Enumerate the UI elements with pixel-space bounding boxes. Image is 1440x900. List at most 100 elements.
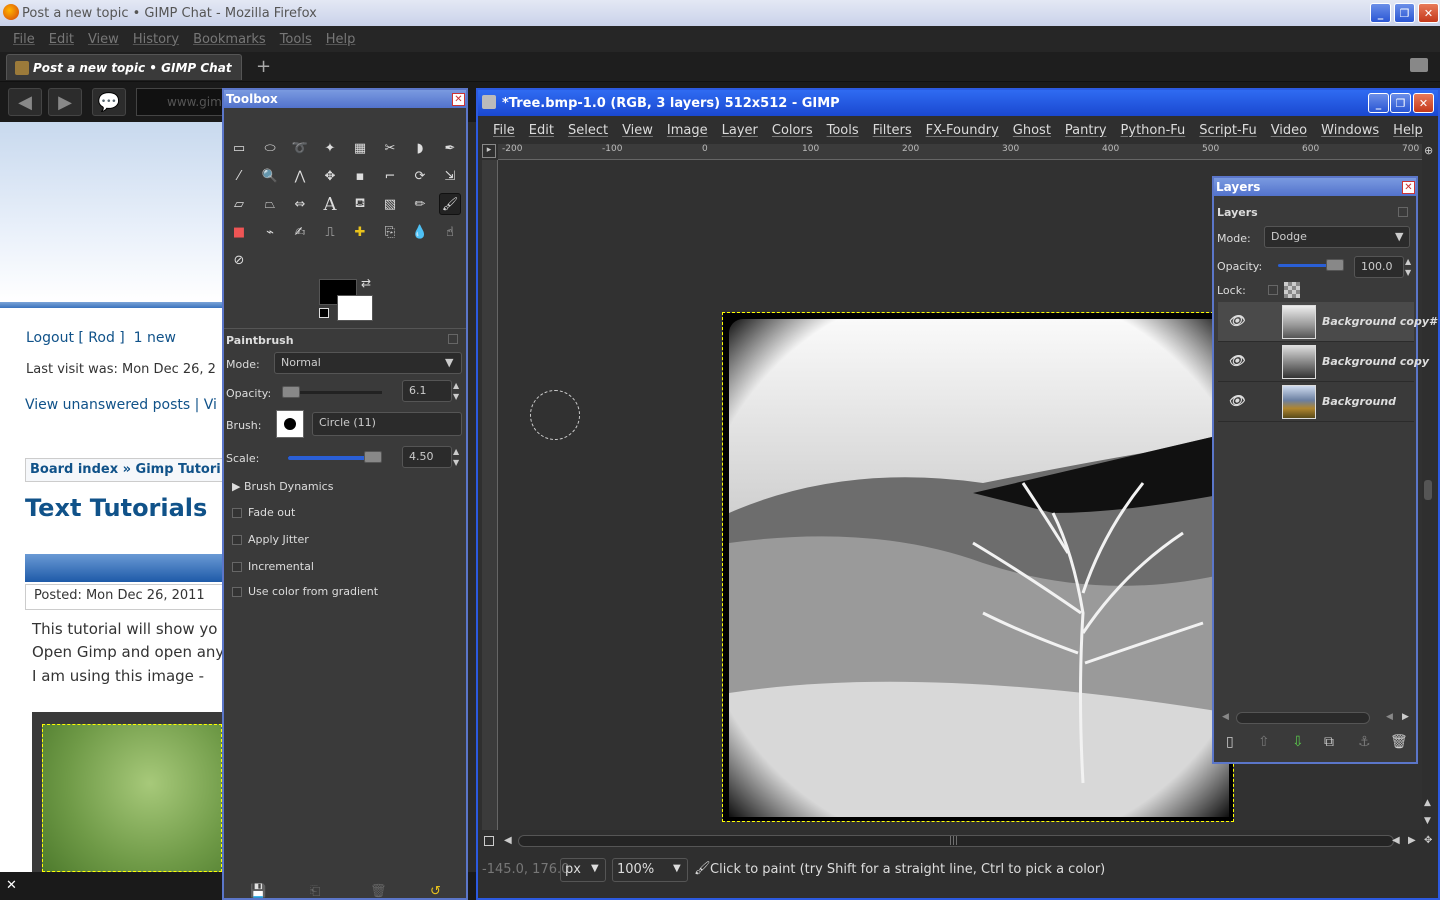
vertical-ruler[interactable]: [482, 160, 498, 830]
perspective-icon[interactable]: ⏢: [259, 193, 281, 215]
delete-options-icon[interactable]: 🗑: [370, 884, 387, 899]
rotate-icon[interactable]: ⟳: [409, 165, 431, 187]
layers-hscrollbar[interactable]: [1236, 712, 1370, 724]
save-options-icon[interactable]: 💾: [250, 884, 266, 899]
scale-slider-thumb[interactable]: [364, 451, 382, 463]
scroll-right-icon[interactable]: ◀: [1392, 835, 1400, 846]
scroll-left-icon[interactable]: ◀: [1222, 712, 1229, 722]
gimp-menu-pantry[interactable]: Pantry: [1065, 123, 1107, 138]
brush-dynamics-expander[interactable]: ▶ Brush Dynamics: [232, 480, 333, 493]
zoom-select[interactable]: 100% ▼: [612, 858, 688, 882]
scale-icon[interactable]: ⇲: [439, 165, 461, 187]
gimp-menu-python-fu[interactable]: Python-Fu: [1121, 123, 1186, 138]
gimp-menu-image[interactable]: Image: [667, 123, 708, 138]
brush-name-field[interactable]: Circle (11): [312, 412, 462, 436]
scroll-right-end-icon[interactable]: ▶: [1408, 835, 1416, 846]
tree-image[interactable]: [722, 312, 1234, 822]
close-findbar-icon[interactable]: ✕: [6, 878, 17, 893]
scroll-left-icon[interactable]: ◀: [1386, 712, 1393, 722]
clone-icon[interactable]: ⎍: [319, 221, 341, 243]
background-color-swatch[interactable]: [337, 295, 373, 321]
ellipse-select-icon[interactable]: ⬭: [259, 137, 281, 159]
browser-tab[interactable]: Post a new topic • GIMP Chat: [6, 54, 242, 80]
toolbox-close-icon[interactable]: ✕: [452, 93, 465, 106]
menu-edit[interactable]: Edit: [49, 32, 74, 47]
close-button[interactable]: ✕: [1418, 3, 1439, 23]
eye-icon[interactable]: 👁: [1228, 314, 1245, 329]
gimp-menu-layer[interactable]: Layer: [722, 123, 758, 138]
gradient-color-checkbox[interactable]: Use color from gradient: [232, 585, 378, 598]
menu-history[interactable]: History: [133, 32, 179, 47]
scissors-icon[interactable]: ✂: [379, 137, 401, 159]
lasso-icon[interactable]: ➰: [289, 137, 311, 159]
heal-icon[interactable]: ✚: [349, 221, 371, 243]
gimp-maximize-button[interactable]: ❐: [1390, 93, 1411, 113]
scroll-down-icon[interactable]: ▼: [1424, 816, 1431, 826]
scroll-left-icon[interactable]: ◀: [504, 835, 512, 846]
blur-icon[interactable]: 💧: [409, 221, 431, 243]
text-tool-icon[interactable]: A: [319, 193, 341, 215]
airbrush-icon[interactable]: ⌁: [259, 221, 281, 243]
gimp-menu-script-fu[interactable]: Script-Fu: [1199, 123, 1256, 138]
tab-list-icon[interactable]: [1410, 58, 1428, 72]
layer-mode-select[interactable]: Dodge ▼: [1264, 226, 1410, 248]
forward-arrow-icon[interactable]: ▶: [48, 88, 82, 116]
menu-view[interactable]: View: [88, 32, 119, 47]
fuzzy-select-icon[interactable]: ✦: [319, 137, 341, 159]
gimp-menu-fx-foundry[interactable]: FX-Foundry: [926, 123, 999, 138]
scroll-up-icon[interactable]: ▲: [1424, 798, 1431, 808]
menu-file[interactable]: File: [13, 32, 35, 47]
scale-input[interactable]: 4.50: [402, 446, 452, 468]
move-icon[interactable]: ✥: [319, 165, 341, 187]
logout-link[interactable]: Logout [ Rod ]: [26, 330, 125, 346]
layer-opacity-slider[interactable]: [1278, 259, 1344, 271]
vertical-scrollbar-thumb[interactable]: [1424, 480, 1432, 500]
perspective-clone-icon[interactable]: ⎘: [379, 221, 401, 243]
view-unanswered-link[interactable]: View unanswered posts | Vi: [25, 397, 217, 413]
duplicate-layer-icon[interactable]: ⧉: [1324, 734, 1334, 750]
gimp-menu-ghost[interactable]: Ghost: [1013, 123, 1051, 138]
horizontal-scrollbar[interactable]: |||: [518, 835, 1394, 847]
toggle-quickmask-icon[interactable]: [484, 836, 494, 846]
scroll-right-icon[interactable]: ▶: [1402, 712, 1409, 722]
raise-layer-icon[interactable]: ⇧: [1258, 734, 1270, 750]
blend-icon[interactable]: ▧: [379, 193, 401, 215]
layer-opacity-thumb[interactable]: [1326, 259, 1344, 271]
shear-icon[interactable]: ▱: [228, 193, 250, 215]
delete-layer-icon[interactable]: 🗑: [1390, 734, 1408, 750]
lock-alpha-icon[interactable]: [1284, 282, 1300, 298]
layer-row[interactable]: 👁 Background: [1218, 382, 1414, 422]
eye-icon[interactable]: 👁: [1228, 354, 1245, 369]
opacity-slider[interactable]: [282, 386, 382, 398]
reset-options-icon[interactable]: ↺: [430, 884, 441, 899]
color-select-icon[interactable]: ▦: [349, 137, 371, 159]
menu-help[interactable]: Help: [326, 32, 356, 47]
layers-close-icon[interactable]: ✕: [1402, 181, 1415, 194]
eraser-icon[interactable]: ■: [228, 221, 250, 243]
gimp-menu-tools[interactable]: Tools: [827, 123, 859, 138]
measure-icon[interactable]: ⋀: [289, 165, 311, 187]
color-picker-icon[interactable]: ⁄: [228, 165, 250, 187]
gimp-close-button[interactable]: ✕: [1413, 93, 1434, 113]
eye-icon[interactable]: 👁: [1228, 394, 1245, 409]
incremental-checkbox[interactable]: Incremental: [232, 560, 314, 573]
lower-layer-icon[interactable]: ⇩: [1292, 734, 1304, 750]
layer-opacity-input[interactable]: 100.0: [1354, 256, 1404, 278]
gimp-menu-help[interactable]: Help: [1393, 123, 1423, 138]
chat-bubble-icon[interactable]: 💬: [92, 88, 126, 116]
spinner-icon[interactable]: ▲ ▼: [453, 380, 459, 402]
opacity-slider-thumb[interactable]: [282, 386, 300, 398]
layer-row[interactable]: 👁 Background copy: [1218, 342, 1429, 382]
ink-icon[interactable]: ✍: [289, 221, 311, 243]
menu-bookmarks[interactable]: Bookmarks: [193, 32, 266, 47]
bucket-fill-icon[interactable]: ⛾: [349, 193, 371, 215]
unit-select[interactable]: px ▼: [560, 858, 606, 882]
gimp-menu-file[interactable]: File: [493, 123, 515, 138]
paths-icon[interactable]: ✒: [439, 137, 461, 159]
foreground-select-icon[interactable]: ◗: [409, 137, 431, 159]
anchor-layer-icon[interactable]: ⚓: [1358, 734, 1371, 750]
gimp-menu-video[interactable]: Video: [1271, 123, 1307, 138]
gimp-menu-windows[interactable]: Windows: [1321, 123, 1379, 138]
apply-jitter-checkbox[interactable]: Apply Jitter: [232, 533, 309, 546]
restore-options-icon[interactable]: ⎗: [310, 884, 320, 899]
